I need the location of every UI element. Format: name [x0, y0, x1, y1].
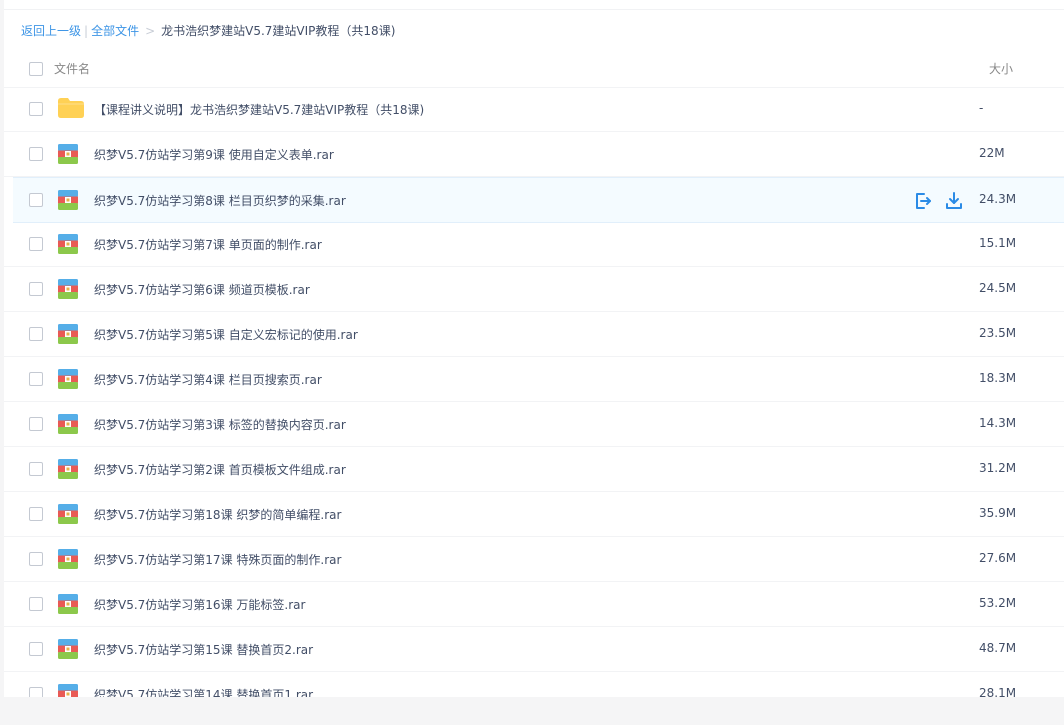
row-checkbox[interactable]	[29, 327, 43, 341]
all-files-link[interactable]: 全部文件	[91, 24, 139, 38]
back-link[interactable]: 返回上一级	[21, 24, 81, 38]
rar-icon	[58, 414, 78, 437]
file-row[interactable]: 织梦V5.7仿站学习第5课 自定义宏标记的使用.rar 23.5M	[4, 312, 1064, 357]
file-size: 53.2M	[979, 596, 1017, 610]
rar-icon	[58, 324, 78, 347]
file-row[interactable]: 织梦V5.7仿站学习第16课 万能标签.rar 53.2M	[4, 582, 1064, 627]
file-name[interactable]: 织梦V5.7仿站学习第4课 栏目页搜索页.rar	[94, 371, 322, 388]
breadcrumb: 返回上一级 | 全部文件 > 龙书浩织梦建站V5.7建站VIP教程（共18课)	[21, 21, 395, 41]
folder-icon	[58, 98, 84, 122]
divider	[4, 9, 1064, 10]
file-size: 28.1M	[979, 686, 1017, 697]
file-row[interactable]: 织梦V5.7仿站学习第18课 织梦的简单编程.rar 35.9M	[4, 492, 1064, 537]
file-name[interactable]: 织梦V5.7仿站学习第14课 替换首页1.rar	[94, 686, 313, 697]
file-row[interactable]: 织梦V5.7仿站学习第14课 替换首页1.rar 28.1M	[4, 672, 1064, 697]
file-name[interactable]: 织梦V5.7仿站学习第18课 织梦的简单编程.rar	[94, 506, 341, 523]
rar-icon	[58, 234, 78, 257]
row-actions	[913, 191, 975, 211]
share-icon[interactable]	[913, 191, 933, 211]
file-size: 24.3M	[979, 192, 1017, 206]
breadcrumb-arrow: >	[145, 24, 156, 38]
row-checkbox[interactable]	[29, 597, 43, 611]
file-row[interactable]: 织梦V5.7仿站学习第9课 使用自定义表单.rar 22M	[4, 132, 1064, 177]
file-size: 22M	[979, 146, 1005, 160]
file-row[interactable]: 【课程讲义说明】龙书浩织梦建站V5.7建站VIP教程（共18课) -	[4, 87, 1064, 132]
current-folder: 龙书浩织梦建站V5.7建站VIP教程（共18课)	[161, 24, 396, 38]
file-size: 23.5M	[979, 326, 1017, 340]
rar-icon	[58, 369, 78, 392]
breadcrumb-separator: |	[84, 24, 89, 38]
file-name[interactable]: 织梦V5.7仿站学习第3课 标签的替换内容页.rar	[94, 416, 346, 433]
file-size: -	[979, 101, 984, 115]
file-row[interactable]: 织梦V5.7仿站学习第7课 单页面的制作.rar 15.1M	[4, 222, 1064, 267]
file-row[interactable]: 织梦V5.7仿站学习第15课 替换首页2.rar 48.7M	[4, 627, 1064, 672]
rar-icon	[58, 144, 78, 167]
file-size: 18.3M	[979, 371, 1017, 385]
file-name[interactable]: 织梦V5.7仿站学习第6课 频道页模板.rar	[94, 281, 310, 298]
row-checkbox[interactable]	[29, 282, 43, 296]
row-checkbox[interactable]	[29, 417, 43, 431]
list-header: 文件名 大小	[4, 51, 1064, 88]
row-checkbox[interactable]	[29, 193, 43, 207]
file-name[interactable]: 织梦V5.7仿站学习第16课 万能标签.rar	[94, 596, 305, 613]
file-name[interactable]: 织梦V5.7仿站学习第15课 替换首页2.rar	[94, 641, 313, 658]
file-name[interactable]: 织梦V5.7仿站学习第8课 栏目页织梦的采集.rar	[94, 192, 346, 209]
file-size: 48.7M	[979, 641, 1017, 655]
file-name[interactable]: 织梦V5.7仿站学习第7课 单页面的制作.rar	[94, 236, 322, 253]
file-row[interactable]: 织梦V5.7仿站学习第8课 栏目页织梦的采集.rar 24.3M	[13, 177, 1064, 223]
file-row[interactable]: 织梦V5.7仿站学习第17课 特殊页面的制作.rar 27.6M	[4, 537, 1064, 582]
rar-icon	[58, 459, 78, 482]
rar-icon	[58, 549, 78, 572]
row-checkbox[interactable]	[29, 102, 43, 116]
file-row[interactable]: 织梦V5.7仿站学习第4课 栏目页搜索页.rar 18.3M	[4, 357, 1064, 402]
row-checkbox[interactable]	[29, 687, 43, 697]
rar-icon	[58, 504, 78, 527]
select-all-checkbox[interactable]	[29, 62, 43, 76]
rar-icon	[58, 279, 78, 302]
rar-icon	[58, 639, 78, 662]
file-size: 31.2M	[979, 461, 1017, 475]
row-checkbox[interactable]	[29, 552, 43, 566]
file-size: 27.6M	[979, 551, 1017, 565]
file-size: 14.3M	[979, 416, 1017, 430]
file-size: 15.1M	[979, 236, 1017, 250]
row-checkbox[interactable]	[29, 507, 43, 521]
file-size: 35.9M	[979, 506, 1017, 520]
column-name-header[interactable]: 文件名	[54, 60, 90, 77]
file-name[interactable]: 织梦V5.7仿站学习第5课 自定义宏标记的使用.rar	[94, 326, 358, 343]
row-checkbox[interactable]	[29, 642, 43, 656]
row-checkbox[interactable]	[29, 147, 43, 161]
row-checkbox[interactable]	[29, 462, 43, 476]
column-size-header[interactable]: 大小	[989, 60, 1013, 77]
rar-icon	[58, 684, 78, 697]
file-name[interactable]: 【课程讲义说明】龙书浩织梦建站V5.7建站VIP教程（共18课)	[94, 101, 424, 118]
file-size: 24.5M	[979, 281, 1017, 295]
file-name[interactable]: 织梦V5.7仿站学习第9课 使用自定义表单.rar	[94, 146, 334, 163]
rar-icon	[58, 190, 78, 213]
row-checkbox[interactable]	[29, 372, 43, 386]
file-row[interactable]: 织梦V5.7仿站学习第3课 标签的替换内容页.rar 14.3M	[4, 402, 1064, 447]
file-row[interactable]: 织梦V5.7仿站学习第2课 首页模板文件组成.rar 31.2M	[4, 447, 1064, 492]
file-row[interactable]: 织梦V5.7仿站学习第6课 频道页模板.rar 24.5M	[4, 267, 1064, 312]
row-checkbox[interactable]	[29, 237, 43, 251]
file-list-panel: 返回上一级 | 全部文件 > 龙书浩织梦建站V5.7建站VIP教程（共18课) 文件名 …	[4, 0, 1064, 697]
file-name[interactable]: 织梦V5.7仿站学习第17课 特殊页面的制作.rar	[94, 551, 341, 568]
download-icon[interactable]	[944, 191, 964, 211]
file-name[interactable]: 织梦V5.7仿站学习第2课 首页模板文件组成.rar	[94, 461, 346, 478]
rar-icon	[58, 594, 78, 617]
